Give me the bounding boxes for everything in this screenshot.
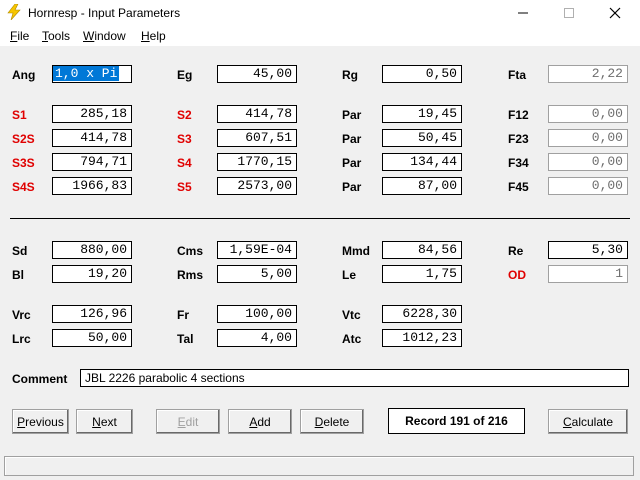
f12-label: F12 xyxy=(508,108,529,122)
rg-field[interactable]: 0,50 xyxy=(382,65,462,83)
ang-field[interactable]: 1,0 x Pi xyxy=(52,65,132,83)
tal-field[interactable]: 4,00 xyxy=(217,329,297,347)
eg-field[interactable]: 45,00 xyxy=(217,65,297,83)
comment-field[interactable]: JBL 2226 parabolic 4 sections xyxy=(80,369,629,387)
previous-button[interactable]: Previous xyxy=(12,409,69,434)
sd-label: Sd xyxy=(12,244,28,258)
s4s-label: S4S xyxy=(12,180,35,194)
s4s-field[interactable]: 1966,83 xyxy=(52,177,132,195)
f45-label: F45 xyxy=(508,180,529,194)
title-bar[interactable]: Hornresp - Input Parameters xyxy=(0,0,640,26)
delete-button[interactable]: Delete xyxy=(300,409,364,434)
menu-help[interactable]: Help xyxy=(141,29,166,43)
od-field[interactable]: 1 xyxy=(548,265,628,283)
menu-bar: File Tools Window Help xyxy=(0,26,640,46)
rms-label: Rms xyxy=(177,268,204,282)
cms-field[interactable]: 1,59E-04 xyxy=(217,241,297,259)
par2-field[interactable]: 50,45 xyxy=(382,129,462,147)
window-title: Hornresp - Input Parameters xyxy=(28,6,181,20)
s1-label: S1 xyxy=(12,108,27,122)
status-bar xyxy=(4,456,634,476)
vrc-label: Vrc xyxy=(12,308,31,322)
minimize-button[interactable] xyxy=(500,0,546,26)
re-label: Re xyxy=(508,244,524,258)
f45-field[interactable]: 0,00 xyxy=(548,177,628,195)
s3-label: S3 xyxy=(177,132,192,146)
calculate-button[interactable]: Calculate xyxy=(548,409,628,434)
s5-label: S5 xyxy=(177,180,192,194)
vrc-field[interactable]: 126,96 xyxy=(52,305,132,323)
close-icon xyxy=(609,7,621,19)
par3-label: Par xyxy=(342,156,362,170)
re-field[interactable]: 5,30 xyxy=(548,241,628,259)
par1-field[interactable]: 19,45 xyxy=(382,105,462,123)
next-button[interactable]: Next xyxy=(76,409,133,434)
mmd-label: Mmd xyxy=(342,244,370,258)
rms-field[interactable]: 5,00 xyxy=(217,265,297,283)
bl-field[interactable]: 19,20 xyxy=(52,265,132,283)
s4-field[interactable]: 1770,15 xyxy=(217,153,297,171)
par4-label: Par xyxy=(342,180,362,194)
od-label: OD xyxy=(508,268,526,282)
f23-label: F23 xyxy=(508,132,529,146)
s5-field[interactable]: 2573,00 xyxy=(217,177,297,195)
record-indicator: Record 191 of 216 xyxy=(388,408,525,434)
eg-label: Eg xyxy=(177,68,193,82)
rg-label: Rg xyxy=(342,68,358,82)
maximize-button[interactable] xyxy=(546,0,592,26)
le-field[interactable]: 1,75 xyxy=(382,265,462,283)
le-label: Le xyxy=(342,268,357,282)
section-divider xyxy=(10,218,630,219)
atc-field[interactable]: 1012,23 xyxy=(382,329,462,347)
edit-button[interactable]: Edit xyxy=(156,409,220,434)
ang-label: Ang xyxy=(12,68,36,82)
fta-field[interactable]: 2,22 xyxy=(548,65,628,83)
menu-window[interactable]: Window xyxy=(83,29,126,43)
f23-field[interactable]: 0,00 xyxy=(548,129,628,147)
s3s-field[interactable]: 794,71 xyxy=(52,153,132,171)
comment-label: Comment xyxy=(12,372,68,386)
add-button[interactable]: Add xyxy=(228,409,292,434)
vtc-field[interactable]: 6228,30 xyxy=(382,305,462,323)
menu-tools[interactable]: Tools xyxy=(42,29,70,43)
par4-field[interactable]: 87,00 xyxy=(382,177,462,195)
f34-field[interactable]: 0,00 xyxy=(548,153,628,171)
cms-label: Cms xyxy=(177,244,204,258)
vtc-label: Vtc xyxy=(342,308,361,322)
par1-label: Par xyxy=(342,108,362,122)
close-button[interactable] xyxy=(592,0,638,26)
s3-field[interactable]: 607,51 xyxy=(217,129,297,147)
lightning-icon xyxy=(6,3,22,21)
tal-label: Tal xyxy=(177,332,194,346)
fr-label: Fr xyxy=(177,308,189,322)
mmd-field[interactable]: 84,56 xyxy=(382,241,462,259)
bl-label: Bl xyxy=(12,268,24,282)
s3s-label: S3S xyxy=(12,156,35,170)
fta-label: Fta xyxy=(508,68,526,82)
menu-file[interactable]: File xyxy=(10,29,29,43)
s1-field[interactable]: 285,18 xyxy=(52,105,132,123)
f12-field[interactable]: 0,00 xyxy=(548,105,628,123)
s2-field[interactable]: 414,78 xyxy=(217,105,297,123)
atc-label: Atc xyxy=(342,332,362,346)
f34-label: F34 xyxy=(508,156,529,170)
par2-label: Par xyxy=(342,132,362,146)
s2s-field[interactable]: 414,78 xyxy=(52,129,132,147)
s2s-label: S2S xyxy=(12,132,35,146)
lrc-label: Lrc xyxy=(12,332,31,346)
s2-label: S2 xyxy=(177,108,192,122)
sd-field[interactable]: 880,00 xyxy=(52,241,132,259)
lrc-field[interactable]: 50,00 xyxy=(52,329,132,347)
minimize-icon xyxy=(518,12,528,14)
maximize-icon xyxy=(564,8,574,18)
fr-field[interactable]: 100,00 xyxy=(217,305,297,323)
par3-field[interactable]: 134,44 xyxy=(382,153,462,171)
s4-label: S4 xyxy=(177,156,192,170)
